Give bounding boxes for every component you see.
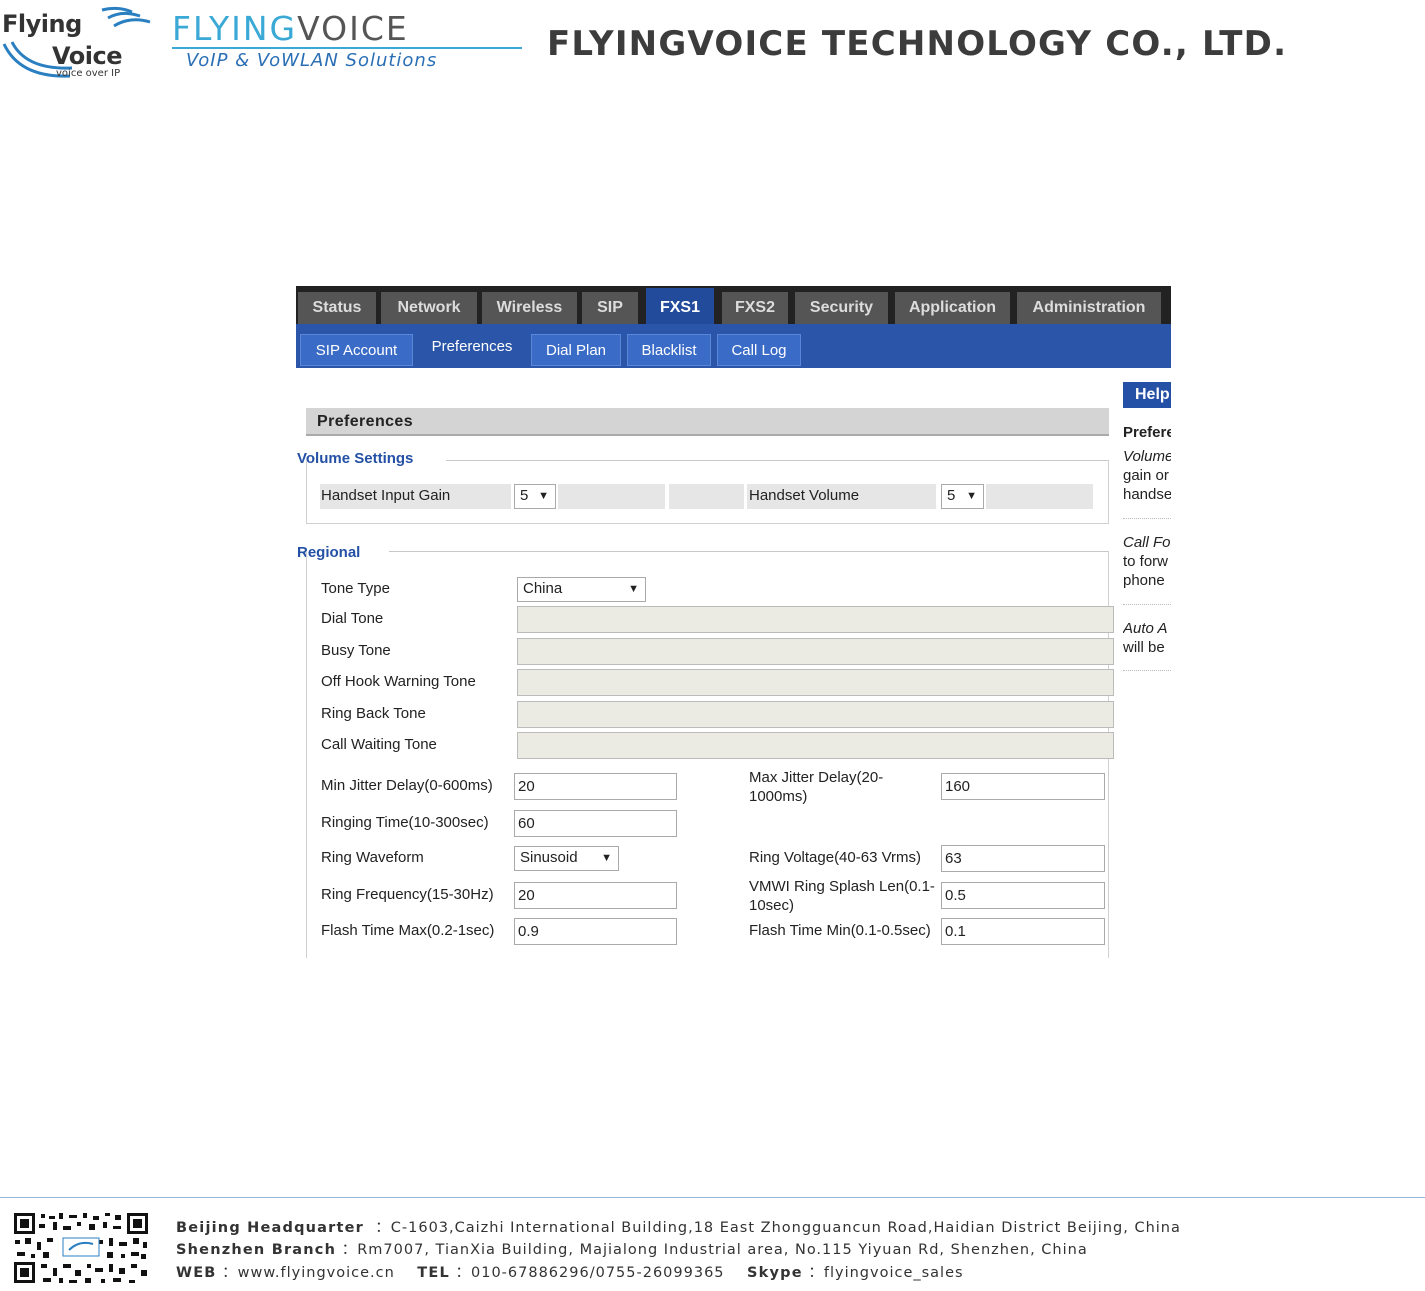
busy-tone-field[interactable] bbox=[517, 638, 1114, 665]
help-volume-text: Volume gain or handset bbox=[1123, 448, 1171, 503]
dial-tone-field[interactable] bbox=[517, 606, 1114, 633]
call-waiting-tone-label: Call Waiting Tone bbox=[321, 736, 437, 753]
tone-type-label: Tone Type bbox=[321, 580, 390, 597]
tab-fxs2[interactable]: FXS2 bbox=[722, 292, 788, 324]
footer-contacts: WEB ：www.flyingvoice.cn TEL ：010-6788629… bbox=[176, 1265, 964, 1281]
wordmark-underline bbox=[172, 47, 522, 49]
vmwi-ring-splash-input[interactable]: 0.5 bbox=[941, 882, 1105, 909]
help-call-forward-text: Call Fo to forw phone bbox=[1123, 534, 1171, 589]
tab-application[interactable]: Application bbox=[895, 292, 1010, 324]
tab-network[interactable]: Network bbox=[381, 292, 477, 324]
ring-waveform-select[interactable]: Sinusoid ▼ bbox=[514, 846, 619, 871]
tab-administration[interactable]: Administration bbox=[1017, 292, 1161, 324]
call-waiting-tone-field[interactable] bbox=[517, 732, 1114, 759]
ring-back-tone-field[interactable] bbox=[517, 701, 1114, 728]
ring-frequency-input[interactable]: 20 bbox=[514, 882, 677, 909]
regional-rule bbox=[389, 551, 1109, 552]
handset-input-gain-select[interactable]: 5 ▼ bbox=[514, 484, 556, 509]
off-hook-warning-tone-label: Off Hook Warning Tone bbox=[321, 673, 476, 690]
sub-nav: SIP Account Preferences Dial Plan Blackl… bbox=[296, 324, 1171, 368]
page-title: Preferences bbox=[306, 408, 1109, 436]
min-jitter-delay-label: Min Jitter Delay(0-600ms) bbox=[321, 777, 493, 794]
chevron-down-icon: ▼ bbox=[966, 490, 977, 502]
busy-tone-label: Busy Tone bbox=[321, 642, 391, 659]
help-tab[interactable]: Help bbox=[1123, 382, 1171, 408]
help-auto-answer-text: Auto A will be bbox=[1123, 620, 1168, 656]
max-jitter-delay-label: Max Jitter Delay(20- 1000ms) bbox=[749, 769, 884, 805]
tone-type-select[interactable]: China ▼ bbox=[517, 577, 646, 602]
logo-word-voice: Voice bbox=[52, 42, 122, 70]
tab-security[interactable]: Security bbox=[795, 292, 888, 324]
subtab-preferences[interactable]: Preferences bbox=[420, 330, 524, 362]
footer-shenzhen: Shenzhen Branch ：Rm7007, TianXia Buildin… bbox=[176, 1242, 1088, 1258]
footer-web-link[interactable]: ：www.flyingvoice.cn bbox=[222, 1265, 395, 1281]
subtab-dial-plan[interactable]: Dial Plan bbox=[531, 334, 621, 366]
handset-input-gain-label: Handset Input Gain bbox=[321, 487, 451, 504]
ringing-time-label: Ringing Time(10-300sec) bbox=[321, 814, 489, 831]
chevron-down-icon: ▼ bbox=[628, 583, 639, 595]
tab-wireless[interactable]: Wireless bbox=[482, 292, 577, 324]
off-hook-warning-tone-field[interactable] bbox=[517, 669, 1114, 696]
flying-voice-logo: Flying Voice voice over IP bbox=[0, 2, 158, 80]
tab-status[interactable]: Status bbox=[298, 292, 376, 324]
company-name: FLYINGVOICE TECHNOLOGY CO., LTD. bbox=[547, 24, 1288, 64]
flash-time-min-label: Flash Time Min(0.1-0.5sec) bbox=[749, 922, 931, 939]
wordmark-flying: FLYING bbox=[172, 9, 298, 48]
flash-time-max-label: Flash Time Max(0.2-1sec) bbox=[321, 922, 495, 939]
footer-divider bbox=[0, 1197, 1425, 1198]
footer-hq: Beijing Headquarter ：C-1603,Caizhi Inter… bbox=[176, 1220, 1181, 1236]
max-jitter-delay-input[interactable]: 160 bbox=[941, 773, 1105, 800]
wordmark-tagline: VoIP & VoWLAN Solutions bbox=[186, 50, 438, 71]
handset-volume-select[interactable]: 5 ▼ bbox=[941, 484, 984, 509]
tab-fxs1[interactable]: FXS1 bbox=[646, 288, 714, 324]
main-nav: Status Network Wireless SIP FXS1 FXS2 Se… bbox=[296, 286, 1171, 324]
handset-volume-label: Handset Volume bbox=[749, 487, 860, 504]
dial-tone-label: Dial Tone bbox=[321, 610, 384, 627]
ring-back-tone-label: Ring Back Tone bbox=[321, 705, 426, 722]
wordmark-voice: VOICE bbox=[297, 9, 409, 48]
logo-tagline: voice over IP bbox=[56, 68, 121, 79]
qr-code-icon bbox=[13, 1212, 149, 1284]
min-jitter-delay-input[interactable]: 20 bbox=[514, 773, 677, 800]
chevron-down-icon: ▼ bbox=[601, 852, 612, 864]
ring-voltage-input[interactable]: 63 bbox=[941, 845, 1105, 872]
vmwi-ring-splash-label: VMWI Ring Splash Len(0.1- 10sec) bbox=[749, 878, 935, 914]
chevron-down-icon: ▼ bbox=[538, 490, 549, 502]
tab-sip[interactable]: SIP bbox=[582, 292, 638, 324]
ring-waveform-label: Ring Waveform bbox=[321, 849, 424, 866]
logo-word-flying: Flying bbox=[2, 10, 82, 38]
help-title: Preferences bbox=[1123, 424, 1171, 441]
flash-time-min-input[interactable]: 0.1 bbox=[941, 918, 1105, 945]
subtab-call-log[interactable]: Call Log bbox=[717, 334, 801, 366]
flyingvoice-wordmark: FLYINGVOICE VoIP & VoWLAN Solutions bbox=[172, 12, 524, 72]
flash-time-max-input[interactable]: 0.9 bbox=[514, 918, 677, 945]
ring-frequency-label: Ring Frequency(15-30Hz) bbox=[321, 886, 494, 903]
ringing-time-input[interactable]: 60 bbox=[514, 810, 677, 837]
ring-voltage-label: Ring Voltage(40-63 Vrms) bbox=[749, 849, 922, 866]
subtab-blacklist[interactable]: Blacklist bbox=[627, 334, 711, 366]
subtab-sip-account[interactable]: SIP Account bbox=[300, 334, 413, 366]
